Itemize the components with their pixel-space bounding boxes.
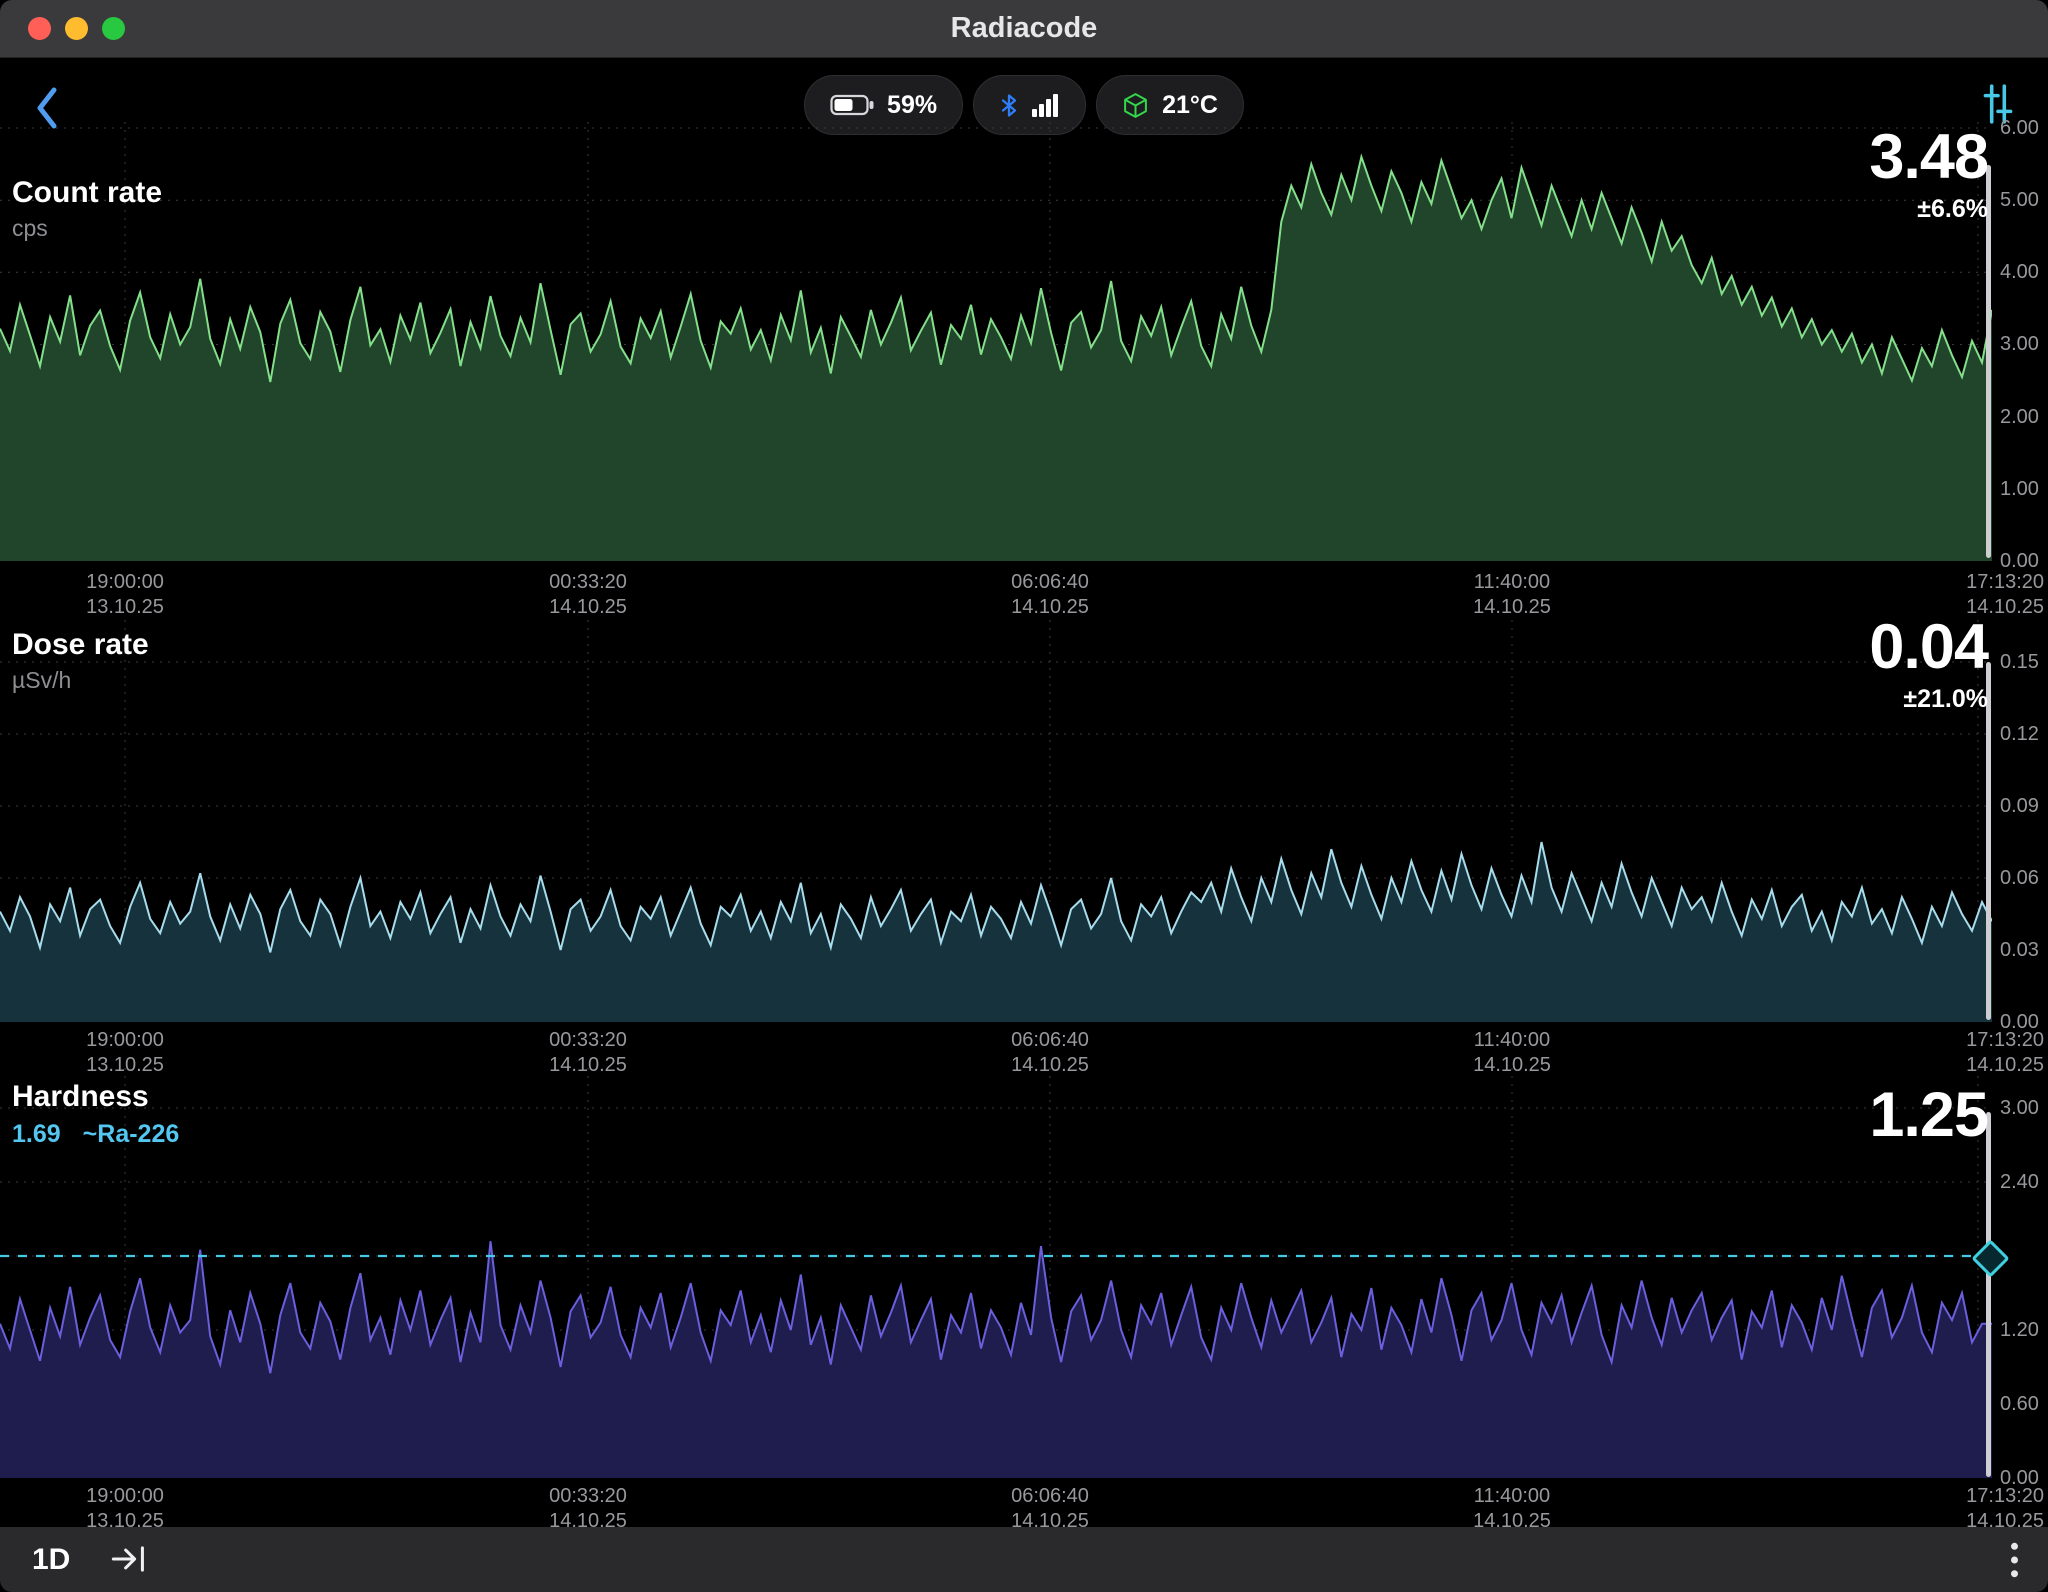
- hardness-chart-section: 3.002.401.200.600.00 19:00:0013.10.2500:…: [0, 1062, 2048, 1527]
- signal-bars-icon: [1032, 93, 1060, 118]
- hardness-value-label: 1.69: [12, 1120, 61, 1148]
- bottom-toolbar: 1D: [0, 1527, 2048, 1592]
- y-tick-label: 5.00: [2000, 189, 2039, 212]
- zoom-scrollbar[interactable]: [1986, 1112, 1991, 1477]
- kebab-menu-icon: [2009, 1541, 2020, 1579]
- chart-title: Dose rate: [12, 628, 149, 662]
- chart-title: Hardness: [12, 1080, 201, 1114]
- y-tick-label: 0.15: [2000, 651, 2039, 674]
- isotope-label: ~Ra-226: [83, 1120, 180, 1148]
- hardness-plot[interactable]: [0, 1068, 1992, 1478]
- radiacode-window: Radiacode 59%: [0, 0, 2048, 1592]
- y-tick-label: 0.03: [2000, 939, 2039, 962]
- skip-to-end-button[interactable]: [104, 1541, 154, 1580]
- y-tick-label: 3.00: [2000, 1097, 2039, 1120]
- device-cube-icon: [1122, 92, 1149, 119]
- dose-rate-plot[interactable]: [0, 620, 1992, 1022]
- zoom-scrollbar[interactable]: [1986, 662, 1991, 1020]
- hardness-current-value: 1.25: [1869, 1084, 1988, 1147]
- count-rate-chart-section: 6.005.004.003.002.001.000.00 19:00:0013.…: [0, 118, 2048, 612]
- window-titlebar[interactable]: Radiacode: [0, 0, 2048, 58]
- y-tick-label: 0.60: [2000, 1393, 2039, 1416]
- y-tick-label: 2.40: [2000, 1171, 2039, 1194]
- dose-rate-chart-section: 0.150.120.090.060.030.00 19:00:0013.10.2…: [0, 612, 2048, 1062]
- battery-icon: [830, 93, 874, 117]
- y-tick-label: 0.09: [2000, 795, 2039, 818]
- skip-to-end-icon: [110, 1542, 148, 1576]
- bluetooth-icon: [999, 92, 1019, 119]
- count-rate-y-axis: 6.005.004.003.002.001.000.00: [2000, 122, 2046, 561]
- dose-rate-y-axis: 0.150.120.090.060.030.00: [2000, 620, 2046, 1022]
- time-range-button[interactable]: 1D: [26, 1527, 76, 1592]
- y-tick-label: 0.12: [2000, 723, 2039, 746]
- count-rate-error: ±6.6%: [1869, 195, 1988, 224]
- chart-title: Count rate: [12, 176, 162, 210]
- y-tick-label: 3.00: [2000, 333, 2039, 356]
- dose-rate-current-value: 0.04: [1869, 616, 1988, 679]
- count-rate-current-value: 3.48: [1869, 126, 1988, 189]
- y-tick-label: 1.00: [2000, 478, 2039, 501]
- window-title: Radiacode: [0, 0, 2048, 57]
- hardness-y-axis: 3.002.401.200.600.00: [2000, 1068, 2046, 1478]
- chart-unit: cps: [12, 215, 162, 242]
- dose-rate-error: ±21.0%: [1869, 685, 1988, 714]
- y-tick-label: 6.00: [2000, 117, 2039, 140]
- chart-unit: µSv/h: [12, 667, 149, 694]
- y-tick-label: 4.00: [2000, 261, 2039, 284]
- battery-percent-label: 59%: [887, 91, 937, 120]
- y-tick-label: 0.06: [2000, 867, 2039, 890]
- more-menu-button[interactable]: [2003, 1540, 2026, 1583]
- y-tick-label: 1.20: [2000, 1319, 2039, 1342]
- count-rate-plot[interactable]: [0, 122, 1992, 561]
- temperature-label: 21°C: [1162, 91, 1218, 120]
- y-tick-label: 2.00: [2000, 406, 2039, 429]
